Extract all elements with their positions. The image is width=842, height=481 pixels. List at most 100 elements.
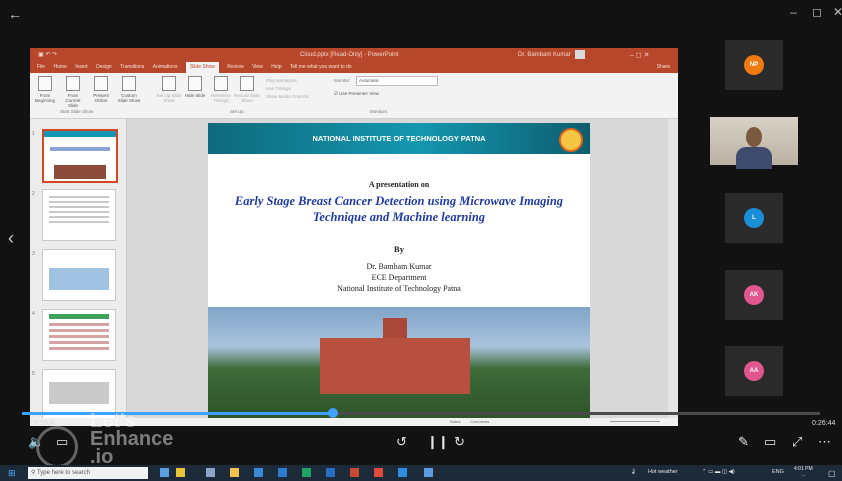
button-label: Set Up Slide Show [156, 93, 182, 103]
slide-number: 5 [32, 371, 35, 377]
rehearse-timings-button[interactable]: Rehearse Timings [208, 76, 234, 103]
participant-tile[interactable]: NP [725, 40, 783, 90]
monitor-select[interactable]: Automatic [356, 76, 438, 86]
tab-help[interactable]: Help [271, 62, 281, 73]
presenter-view-label: Use Presenter View [339, 91, 379, 96]
rewind-icon[interactable]: ↺ [396, 434, 407, 450]
word-icon[interactable] [326, 468, 335, 477]
ppt-tab-bar: File Home Insert Design Transitions Anim… [30, 62, 678, 73]
person-face [746, 127, 762, 147]
tab-home[interactable]: Home [53, 62, 66, 73]
play-narrations-checkbox[interactable]: Play Narrations [266, 77, 309, 85]
language-indicator[interactable]: ENG [772, 469, 784, 475]
comments-button[interactable]: Comments [470, 419, 489, 424]
weather-text[interactable]: Hot weather [648, 469, 678, 475]
participant-tile[interactable]: AA [725, 346, 783, 396]
participant-avatar: AK [744, 285, 764, 305]
zoom-slider[interactable] [610, 421, 660, 422]
participant-tile[interactable]: L [725, 193, 783, 243]
maximize-button[interactable]: ◻ [812, 5, 822, 19]
from-current-slide-button[interactable]: From Current Slide [60, 76, 86, 108]
tab-file[interactable]: File [37, 62, 45, 73]
file-explorer-icon[interactable] [230, 468, 239, 477]
slide-number: 2 [32, 191, 35, 197]
thumb-photo [54, 165, 106, 179]
participant-video[interactable] [710, 117, 798, 169]
tab-design[interactable]: Design [96, 62, 112, 73]
custom-show-icon [122, 76, 136, 91]
volume-icon[interactable]: 🔈 [28, 434, 44, 450]
hide-slide-button[interactable]: Hide Slide [182, 76, 208, 98]
minimize-button[interactable]: – [790, 5, 797, 19]
zoom-app-icon[interactable] [398, 468, 407, 477]
participant-initials: NP [749, 62, 759, 68]
button-label: From Current Slide [65, 93, 81, 108]
avatar [575, 50, 585, 59]
chevron-left-icon[interactable]: ‹ [8, 228, 14, 249]
task-view-icon[interactable] [206, 468, 215, 477]
back-arrow-icon[interactable]: ← [8, 6, 22, 22]
custom-slide-show-button[interactable]: Custom Slide Show [116, 76, 142, 103]
weather-icon[interactable]: 🌡 [630, 469, 637, 475]
powerpoint-icon[interactable] [350, 468, 359, 477]
slide-number: 3 [32, 251, 35, 257]
thumb-image [49, 268, 109, 290]
show-media-controls-checkbox[interactable]: Show Media Controls [266, 93, 309, 101]
tab-transitions[interactable]: Transitions [120, 62, 144, 73]
from-beginning-button[interactable]: From Beginning [32, 76, 58, 103]
slide-thumbnail-4[interactable] [42, 309, 116, 361]
subtitles-icon[interactable]: ▭ [56, 434, 68, 450]
person-body [736, 147, 772, 169]
set-up-slide-show-button[interactable]: Set Up Slide Show [156, 76, 182, 103]
watermark-line: .io [90, 446, 114, 468]
group-start-slide-show: Start Slide Show [60, 109, 94, 114]
timer-icon [214, 76, 228, 91]
cast-icon[interactable]: ▭ [764, 434, 776, 450]
tab-review[interactable]: Review [227, 62, 243, 73]
mail-icon[interactable] [278, 468, 287, 477]
notes-button[interactable]: Notes [450, 419, 460, 424]
edge-icon[interactable] [302, 468, 311, 477]
cortana-icon[interactable] [160, 468, 169, 477]
present-online-button[interactable]: Present Online [88, 76, 114, 103]
pause-icon[interactable]: ❙❙ [427, 434, 449, 450]
slide-number: 1 [32, 131, 35, 137]
clock[interactable]: 4:01 PM ... [794, 466, 813, 478]
fullscreen-icon[interactable]: ⤢ [792, 434, 802, 450]
clock-date: ... [801, 472, 806, 478]
notifications-icon[interactable]: ▢ [828, 469, 836, 478]
participant-initials: L [752, 215, 756, 221]
slide-thumbnail-pane: 1 2 3 4 5 [30, 119, 127, 426]
participant-tile[interactable]: AK [725, 270, 783, 320]
slide-thumbnail-3[interactable] [42, 249, 116, 301]
tab-animations[interactable]: Animations [153, 62, 178, 73]
presenter-view-checkbox[interactable]: ☑ Use Presenter View [334, 91, 379, 97]
thumb-header [49, 314, 109, 319]
tab-slide-show[interactable]: Slide Show [185, 62, 219, 73]
tab-view[interactable]: View [252, 62, 263, 73]
app-icon[interactable] [176, 468, 185, 477]
watermark-text: Let's Enhance .io [90, 411, 173, 468]
participant-avatar: L [744, 208, 764, 228]
close-button[interactable]: ✕ [833, 5, 842, 19]
store-icon[interactable] [254, 468, 263, 477]
slide-thumbnail-1[interactable] [42, 129, 118, 183]
chrome-icon[interactable] [374, 468, 383, 477]
slide-thumbnail-2[interactable] [42, 189, 116, 241]
tell-me-search[interactable]: Tell me what you want to do [290, 62, 352, 73]
taskbar-search-box[interactable]: ⚲ Type here to search [28, 467, 148, 479]
windows-start-icon[interactable]: ⊞ [8, 468, 16, 479]
record-slide-show-button[interactable]: Record Slide Show [234, 76, 260, 103]
vertical-scrollbar[interactable] [668, 119, 678, 419]
window-controls-icon[interactable]: – ◻ ✕ [630, 51, 649, 59]
tray-icons[interactable]: ⌃ ▭ ▬ ◫ ◀) [702, 469, 735, 475]
use-timings-checkbox[interactable]: Use Timings [266, 85, 309, 93]
forward-icon[interactable]: ↻ [454, 434, 465, 450]
pen-icon[interactable]: ✎ [738, 434, 749, 450]
button-label: Record Slide Show [234, 93, 260, 103]
tab-insert[interactable]: Insert [75, 62, 88, 73]
save-icon[interactable]: ▣ ↶ ↷ [38, 51, 57, 58]
more-icon[interactable]: ⋯ [818, 434, 831, 450]
share-button[interactable]: Share [657, 62, 670, 73]
teams-icon[interactable] [424, 468, 433, 477]
